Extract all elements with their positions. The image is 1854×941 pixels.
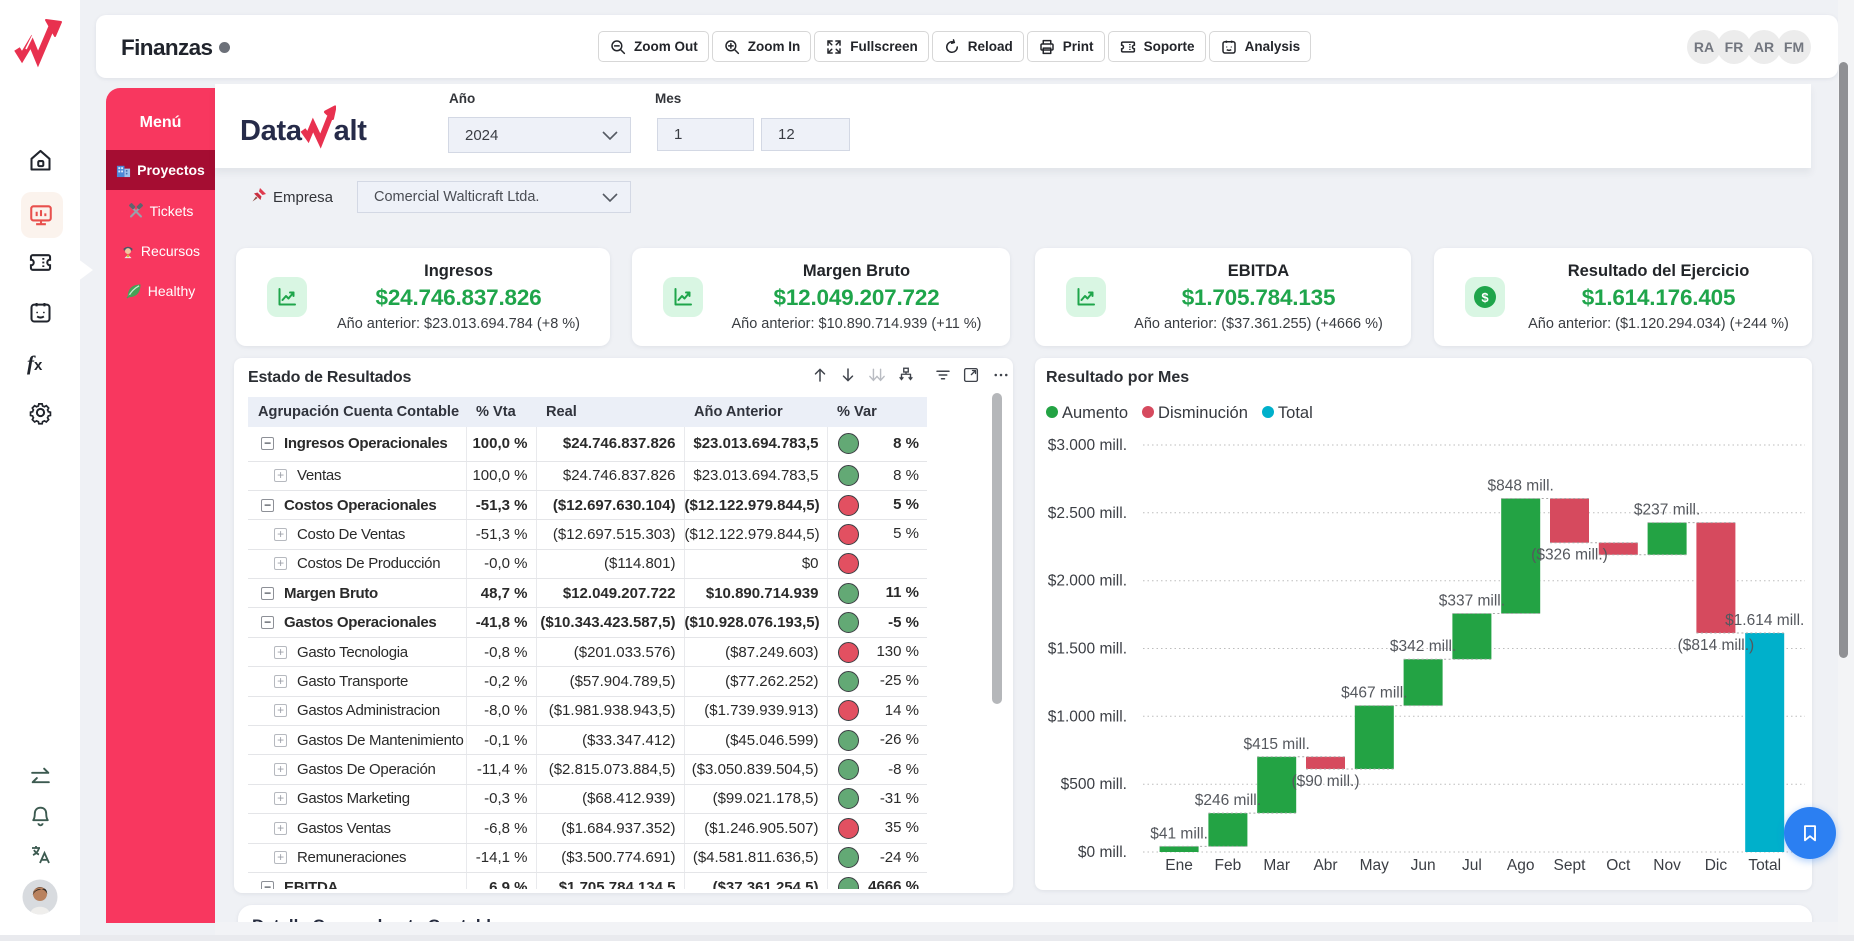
svg-text:$: $ <box>1481 290 1489 305</box>
svg-text:$848 mill.: $848 mill. <box>1488 478 1554 495</box>
svg-text:$415 mill.: $415 mill. <box>1244 736 1310 753</box>
svg-text:($814 mill.): ($814 mill.) <box>1678 637 1755 654</box>
svg-text:Dic: Dic <box>1705 857 1728 874</box>
svg-text:$1.000 mill.: $1.000 mill. <box>1048 708 1127 725</box>
svg-text:Oct: Oct <box>1606 857 1631 874</box>
svg-text:$500 mill.: $500 mill. <box>1061 776 1127 793</box>
svg-text:$337 mill.: $337 mill. <box>1439 593 1505 610</box>
svg-text:$1.614 mill.: $1.614 mill. <box>1725 612 1804 629</box>
svg-text:$41 mill.: $41 mill. <box>1150 825 1208 842</box>
svg-text:$2.000 mill.: $2.000 mill. <box>1048 573 1127 590</box>
svg-text:Nov: Nov <box>1653 857 1681 874</box>
svg-text:Abr: Abr <box>1313 857 1337 874</box>
svg-text:Feb: Feb <box>1215 857 1242 874</box>
svg-text:$2.500 mill.: $2.500 mill. <box>1048 505 1127 522</box>
svg-text:Mar: Mar <box>1263 857 1290 874</box>
svg-text:$3.000 mill.: $3.000 mill. <box>1048 437 1127 454</box>
svg-text:$237 mill.: $237 mill. <box>1634 502 1700 519</box>
svg-text:Ene: Ene <box>1165 857 1193 874</box>
svg-text:Jun: Jun <box>1411 857 1436 874</box>
svg-text:Ago: Ago <box>1507 857 1535 874</box>
svg-text:Jul: Jul <box>1462 857 1482 874</box>
svg-text:$1.500 mill.: $1.500 mill. <box>1048 641 1127 658</box>
svg-text:May: May <box>1360 857 1390 874</box>
svg-text:$0 mill.: $0 mill. <box>1078 844 1127 861</box>
svg-text:($90 mill.): ($90 mill.) <box>1291 773 1359 790</box>
svg-text:$342 mill.: $342 mill. <box>1390 638 1456 655</box>
svg-text:$246 mill.: $246 mill. <box>1195 792 1261 809</box>
svg-text:($326 mill.): ($326 mill.) <box>1531 547 1608 564</box>
svg-text:$467 mill.: $467 mill. <box>1341 685 1407 702</box>
svg-text:Total: Total <box>1748 857 1781 874</box>
svg-text:Sept: Sept <box>1554 857 1587 874</box>
